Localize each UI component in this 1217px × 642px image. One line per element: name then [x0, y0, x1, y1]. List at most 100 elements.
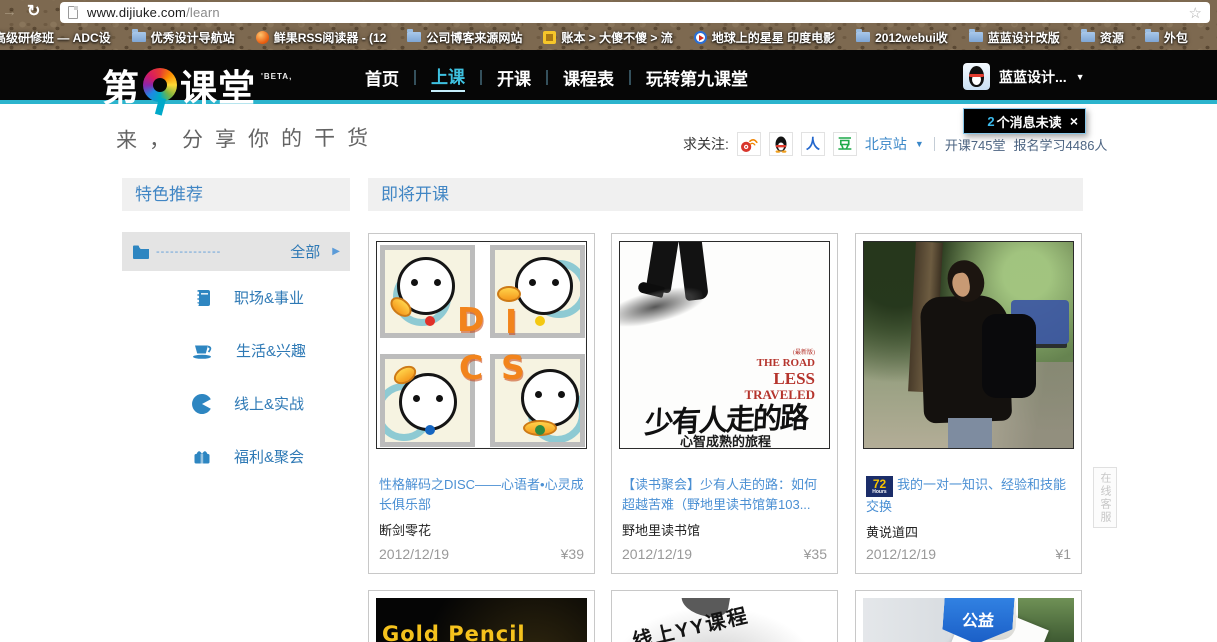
site-tagline: 来，分享你的干货 — [116, 122, 380, 155]
course-card-partial[interactable]: Gold Pencil — [368, 590, 595, 642]
sidebar-item-welfare[interactable]: 福利&聚会 — [122, 430, 350, 483]
bookmark-item[interactable]: 公司博客来源网站 — [407, 29, 522, 46]
course-thumbnail-disc: D I C S — [376, 241, 587, 449]
arrow-right-icon: ▶ — [332, 246, 340, 257]
tencent-weibo-icon[interactable] — [769, 132, 793, 156]
course-card-partial[interactable]: 线上YY课程 — [611, 590, 838, 642]
url-bar[interactable]: www.dijiuke.com/learn ☆ — [60, 2, 1210, 23]
forward-icon[interactable]: → — [2, 3, 17, 20]
course-author[interactable]: 断剑零花 — [379, 520, 585, 539]
course-thumbnail-yy: 线上YY课程 — [619, 598, 830, 642]
reload-icon[interactable]: ↻ — [27, 1, 40, 21]
sidebar-item-label: 福利&聚会 — [234, 446, 304, 467]
notebook-icon — [192, 288, 212, 308]
course-thumbnail-book-cover: (最新版) THE ROAD LESS TRAVELED 少有人走的路 心智成熟… — [619, 241, 830, 449]
72hours-badge: 72Hours — [866, 476, 893, 497]
nav-explore[interactable]: 玩转第九课堂 — [646, 65, 748, 90]
course-title-text: 我的一对一知识、经验和技能交换 — [866, 477, 1066, 514]
bookmark-label: 鲜果RSS阅读器 - (12 — [274, 29, 387, 46]
ledger-icon — [543, 31, 556, 44]
rss-reader-icon — [256, 31, 269, 44]
bookmark-item[interactable]: 地球上的星星 印度电影 — [694, 29, 835, 46]
bookmark-label: 账本 > 大傻不傻 > 流 — [561, 29, 672, 46]
qq-avatar-icon — [963, 63, 990, 90]
folder-icon — [856, 32, 870, 42]
bookmark-item[interactable]: 优秀设计导航站 — [132, 29, 235, 46]
city-selector[interactable]: 北京站 — [865, 134, 907, 154]
course-thumbnail-charity: 公益 — [863, 598, 1074, 642]
user-menu[interactable]: 蓝蓝设计... ▼ — [963, 63, 1085, 90]
sidebar-item-all[interactable]: -------------- 全部 ▶ — [122, 232, 350, 271]
course-date: 2012/12/19 — [866, 546, 936, 562]
folder-icon — [132, 245, 150, 259]
bookmark-label: 优秀设计导航站 — [151, 29, 235, 46]
folder-icon — [407, 32, 421, 42]
cover-subtitle: 心智成熟的旅程 — [620, 431, 830, 449]
sidebar-item-career[interactable]: 职场&事业 — [122, 271, 350, 324]
chevron-down-icon[interactable]: ▼ — [915, 139, 924, 149]
bookmark-item[interactable]: 账本 > 大傻不傻 > 流 — [543, 29, 672, 46]
renren-icon[interactable]: 人 — [801, 132, 825, 156]
chevron-down-icon: ▼ — [1076, 72, 1085, 82]
bookmarks-bar: 高级研修班 — ADC设 优秀设计导航站 鲜果RSS阅读器 - (12 公司博客… — [0, 27, 1188, 47]
divider — [934, 137, 935, 151]
top-nav: 首页 上课 开课 课程表 玩转第九课堂 — [365, 50, 748, 104]
bookmark-item[interactable]: 资源 — [1081, 29, 1124, 46]
close-icon[interactable]: × — [1070, 113, 1078, 129]
bookmark-star-icon[interactable]: ☆ — [1189, 4, 1202, 22]
sidebar-item-label: 生活&兴趣 — [236, 340, 306, 361]
course-thumbnail-photo — [863, 241, 1074, 449]
gift-basket-icon — [192, 448, 212, 465]
folder-icon — [132, 32, 146, 42]
course-title[interactable]: 性格解码之DISC——心语者•心灵成长俱乐部 — [379, 475, 585, 515]
nav-home[interactable]: 首页 — [365, 65, 399, 90]
sidebar-title: 特色推荐 — [122, 178, 350, 211]
disc-letter: D — [457, 300, 484, 339]
bookmark-label: 公司博客来源网站 — [426, 29, 522, 46]
site-logo[interactable]: 第 课堂 'BETA, — [102, 58, 292, 112]
bookmark-item[interactable]: 2012webui收 — [856, 29, 948, 46]
folder-icon — [1145, 32, 1159, 42]
course-card[interactable]: D I C S 性格解码之DISC——心语者•心灵成长俱乐部 断剑零花 2012… — [368, 233, 595, 574]
bookmark-label: 资源 — [1100, 29, 1124, 46]
sidebar-item-label: 全部 — [290, 241, 320, 262]
pacman-icon — [192, 394, 212, 414]
sina-weibo-icon[interactable] — [737, 132, 761, 156]
course-title[interactable]: 72Hours我的一对一知识、经验和技能交换 — [866, 475, 1072, 517]
course-author[interactable]: 野地里读书馆 — [622, 520, 828, 539]
unread-messages-toast[interactable]: 2 个消息未读 × — [963, 108, 1086, 134]
bookmark-label: 蓝蓝设计改版 — [988, 29, 1060, 46]
bookmark-item[interactable]: 高级研修班 — ADC设 — [0, 29, 111, 46]
url-text[interactable]: www.dijiuke.com/learn — [87, 5, 220, 20]
url-domain: www.dijiuke.com — [87, 5, 186, 20]
course-author[interactable]: 黄说道四 — [866, 522, 1072, 541]
course-price: ¥1 — [1055, 546, 1071, 562]
bookmark-item[interactable]: 鲜果RSS阅读器 - (12 — [256, 29, 387, 46]
nav-divider — [546, 70, 548, 85]
nav-divider — [480, 70, 482, 85]
unread-text: 个消息未读 — [997, 112, 1062, 131]
stats-courses: 开课745堂 — [945, 135, 1006, 154]
nav-take-class[interactable]: 上课 — [431, 63, 465, 92]
url-path: /learn — [186, 5, 220, 20]
gold-pencil-text: Gold Pencil — [382, 622, 526, 642]
course-card[interactable]: (最新版) THE ROAD LESS TRAVELED 少有人走的路 心智成熟… — [611, 233, 838, 574]
course-card-partial[interactable]: 公益 — [855, 590, 1082, 642]
bookmark-label: 2012webui收 — [875, 29, 948, 46]
bookmark-label: 高级研修班 — ADC设 — [0, 29, 111, 46]
online-service-tab[interactable]: 在线客服 — [1093, 467, 1117, 528]
folder-icon — [969, 32, 983, 42]
nav-schedule[interactable]: 课程表 — [563, 65, 614, 90]
browser-nav-buttons: → ↻ — [2, 1, 40, 21]
dashes: -------------- — [156, 246, 290, 258]
sidebar-item-online[interactable]: 线上&实战 — [122, 377, 350, 430]
sidebar-item-label: 职场&事业 — [234, 287, 304, 308]
bookmark-item[interactable]: 外包 — [1145, 29, 1188, 46]
course-card[interactable]: 72Hours我的一对一知识、经验和技能交换 黄说道四 2012/12/19 ¥… — [855, 233, 1082, 574]
bookmark-item[interactable]: 蓝蓝设计改版 — [969, 29, 1060, 46]
course-title[interactable]: 【读书聚会】少有人走的路：如何超越苦难（野地里读书馆第103... — [622, 475, 828, 515]
douban-icon[interactable]: 豆 — [833, 132, 857, 156]
sidebar-item-life[interactable]: 生活&兴趣 — [122, 324, 350, 377]
nav-open-class[interactable]: 开课 — [497, 65, 531, 90]
folder-icon — [1081, 32, 1095, 42]
